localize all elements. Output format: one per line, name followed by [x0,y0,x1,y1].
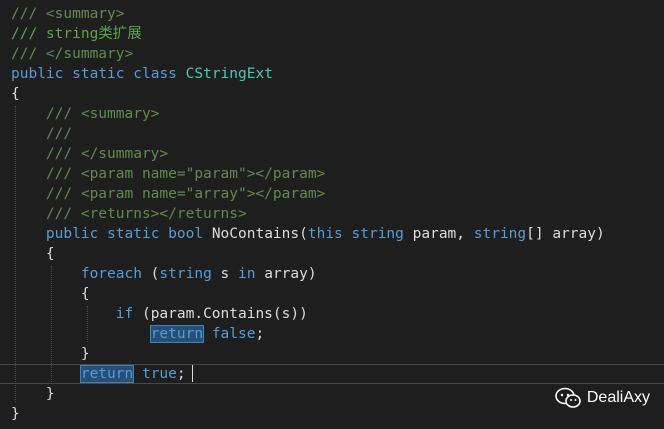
highlighted-token: return [79,365,135,383]
code-token: bool [168,226,204,242]
code-line[interactable]: /// </summary> [0,44,664,64]
code-token: if [115,306,134,322]
code-token: param, [403,226,474,242]
indent-guide [51,266,52,382]
code-token: /// <summary> [45,106,160,122]
code-line[interactable]: /// <summary> [0,4,664,24]
code-line[interactable]: { [0,84,664,104]
watermark: DealiAxy [555,387,650,409]
code-token: CStringExt [185,66,273,82]
code-token: /// </summary> [11,46,134,62]
code-token: foreach [80,266,142,282]
code-token: ( [141,266,160,282]
indent-guide [87,306,88,342]
code-token: string [473,226,527,242]
code-token: /// [45,126,73,142]
watermark-label: DealiAxy [586,389,650,406]
wechat-icon [555,387,581,408]
code-token: NoContains( [203,226,308,242]
code-token: /// <summary> [11,6,125,22]
code-line[interactable]: { [0,244,664,264]
code-token: ; [176,366,186,382]
code-line[interactable]: /// string类扩展 [0,24,664,44]
code-token: /// <returns></returns> [45,206,247,222]
code-line[interactable]: /// [0,124,664,144]
code-token: static [72,66,125,82]
code-token: string [159,266,212,282]
code-line[interactable]: /// </summary> [0,144,664,164]
code-token: { [11,246,55,262]
code-token: false [211,326,256,342]
code-token: string [351,226,404,242]
code-line[interactable]: /// <returns></returns> [0,204,664,224]
code-line[interactable]: public static bool NoContains(this strin… [0,224,664,244]
code-token: s [211,266,239,282]
code-token: } [11,386,55,402]
code-token: true [141,366,177,382]
code-line[interactable]: return false; [0,324,664,344]
code-token: static [107,226,160,242]
highlighted-token: return [149,325,205,343]
code-line[interactable]: return true; [0,364,664,384]
code-editor[interactable]: /// <summary> /// string类扩展 /// </summary>… [0,0,664,429]
code-token: this [307,226,343,242]
code-line[interactable]: { [0,284,664,304]
code-token: /// string类扩展 [11,26,142,42]
code-token: /// </summary> [45,146,169,162]
code-line[interactable]: /// <param name="param"></param> [0,164,664,184]
code-token: /// <param name="param"></param> [45,166,326,182]
code-line[interactable]: if (param.Contains(s)) [0,304,664,324]
code-line[interactable]: /// <summary> [0,104,664,124]
code-token: { [11,86,20,102]
code-token: (param.Contains(s)) [133,306,308,322]
code-token: public [11,66,64,82]
code-token: } [11,406,20,422]
code-line[interactable]: /// <param name="array"></param> [0,184,664,204]
code-token: [] array) [526,226,605,242]
code-token: class [133,66,177,82]
code-token: public [45,226,99,242]
text-caret [192,365,193,382]
code-token: /// <param name="array"></param> [45,186,326,202]
code-token: ; [255,326,265,342]
code-line[interactable]: } [0,344,664,364]
code-token: in [238,266,256,282]
code-line[interactable]: public static class CStringExt [0,64,664,84]
code-token: array) [255,266,317,282]
code-line[interactable]: foreach (string s in array) [0,264,664,284]
indent-guide [15,106,16,402]
